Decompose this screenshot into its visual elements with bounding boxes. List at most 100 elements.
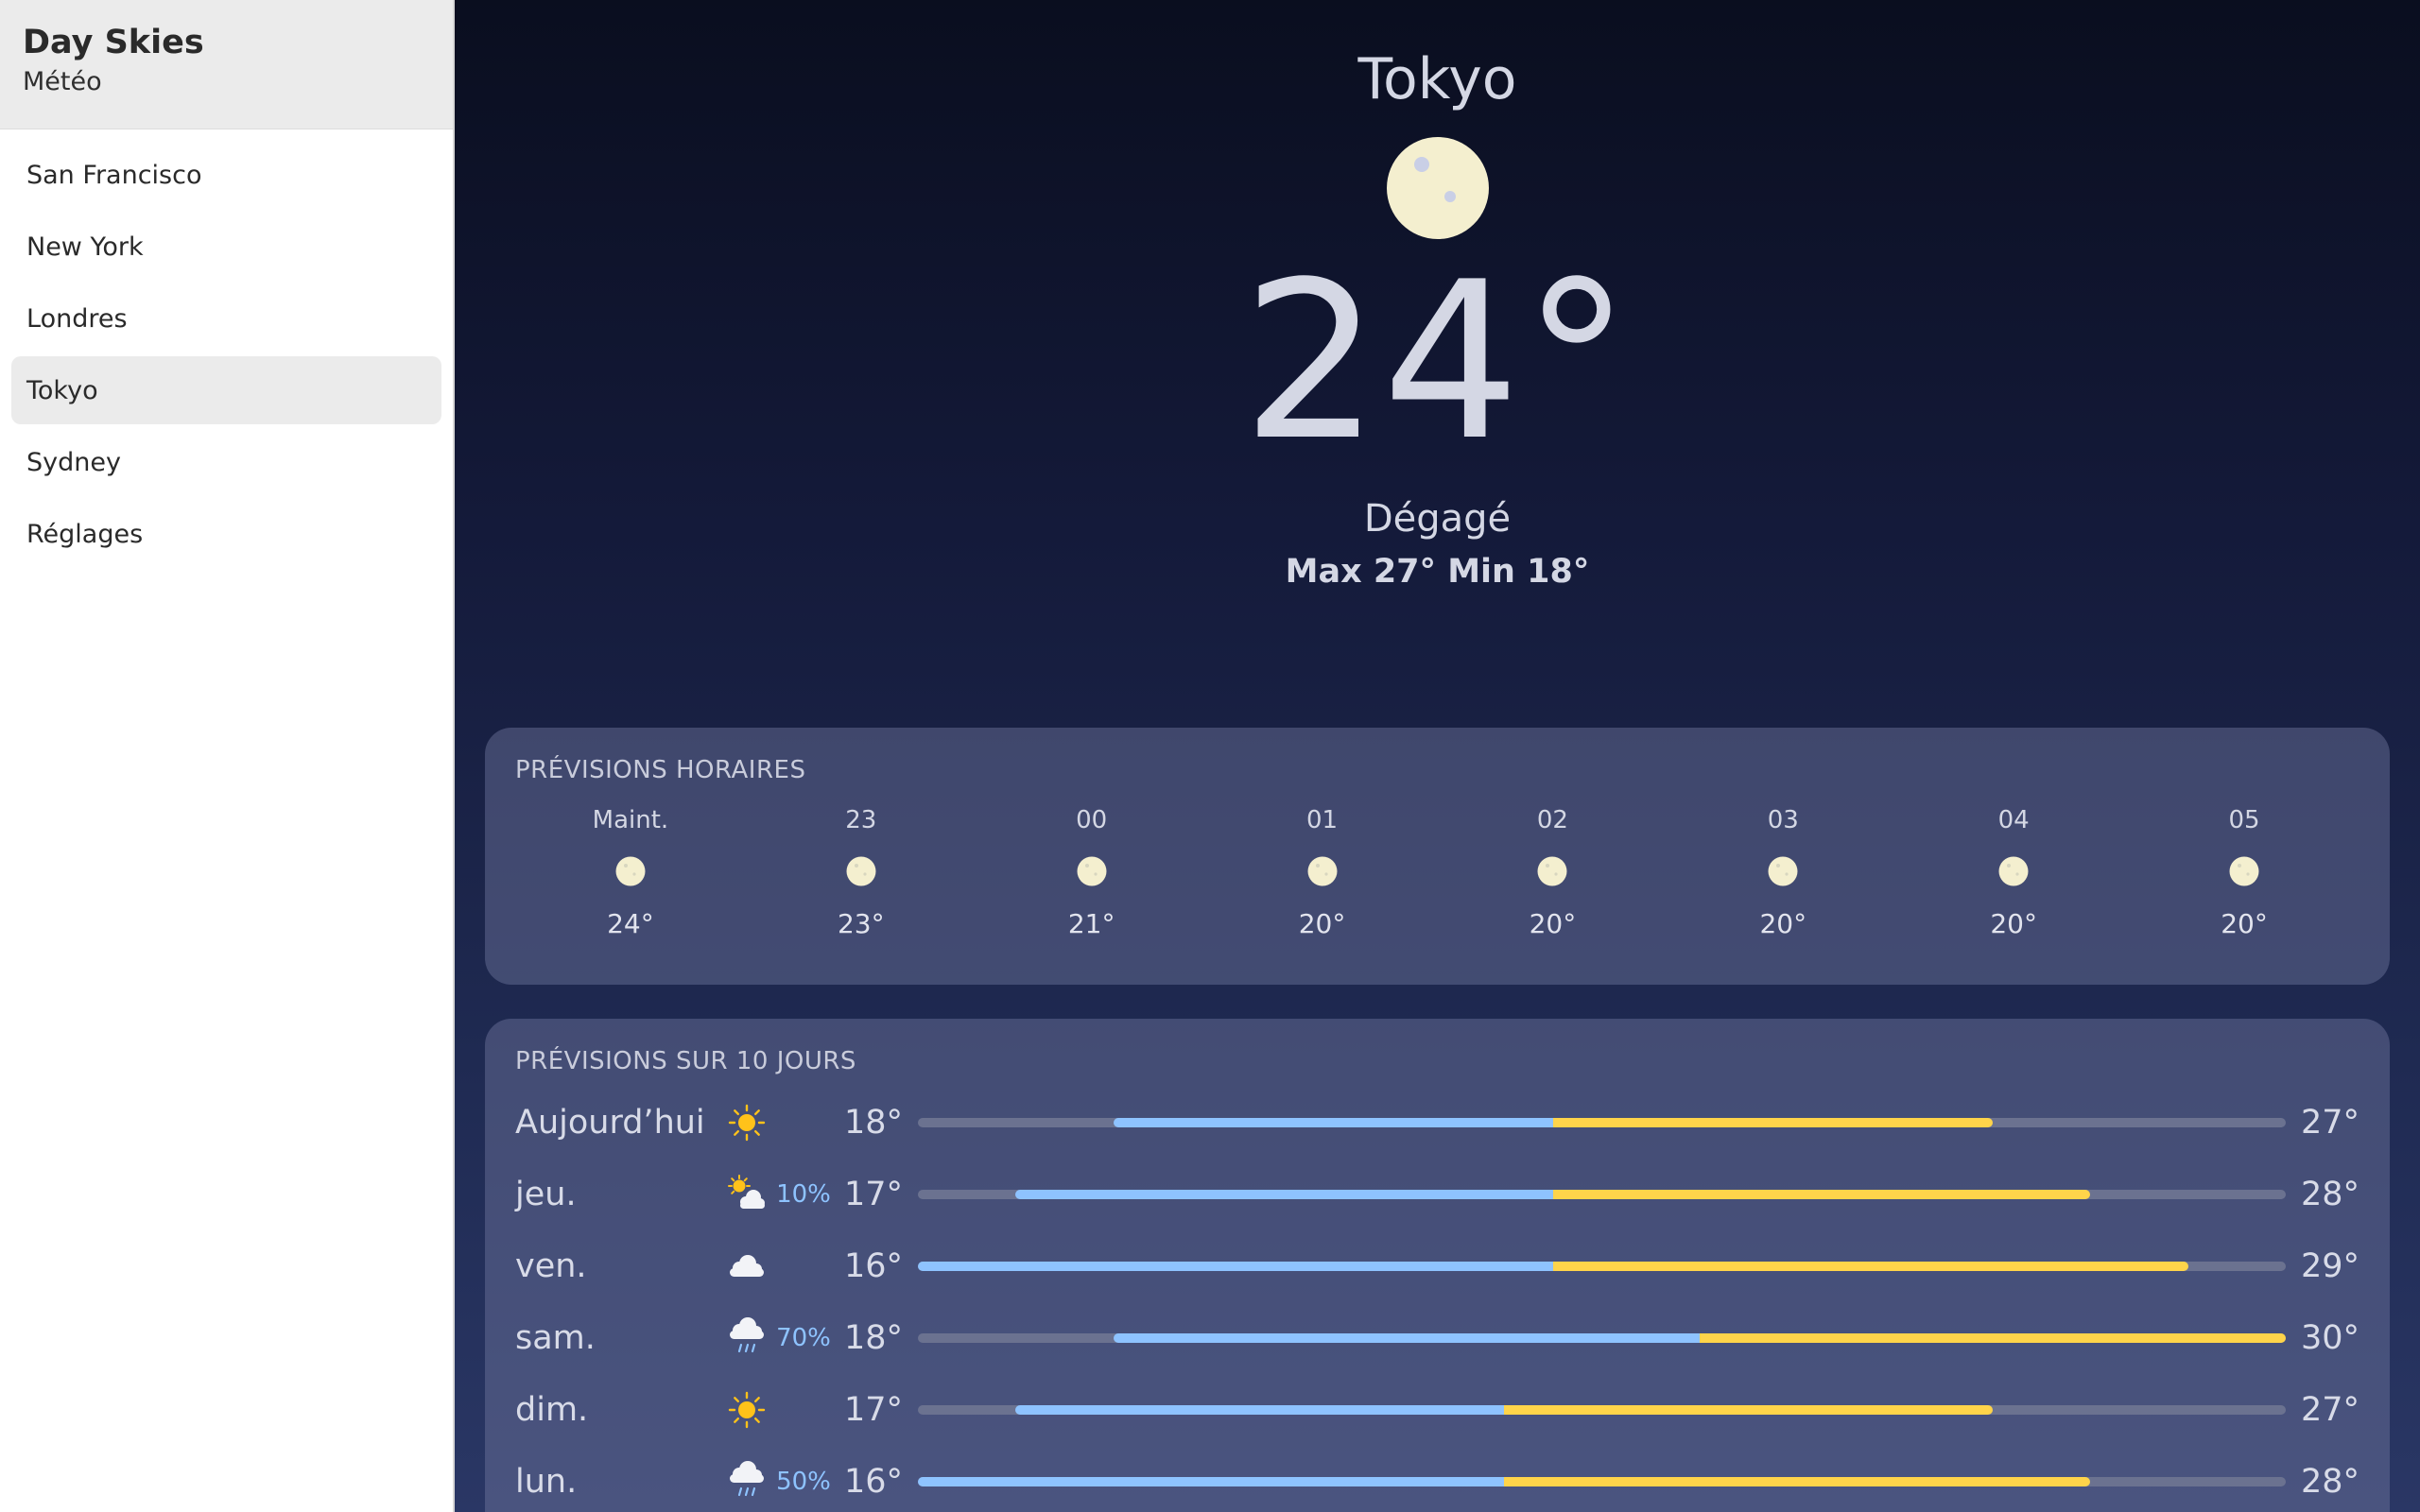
hour-item: 03 20° [1668,803,1898,941]
day-max-temp: 28° [2300,1463,2360,1501]
current-temperature: 24° [1241,236,1634,489]
high-low-text: Max 27° Min 18° [1285,553,1590,591]
hour-item: 02 20° [1438,803,1668,941]
day-name: Aujourd’hui [515,1104,705,1142]
day-name: jeu. [515,1176,577,1213]
moon-icon [846,856,876,886]
current-conditions: Tokyo 24° Dégagé Max 27° Min 18° [455,0,2420,593]
moon-icon [615,856,646,886]
hour-item: 05 20° [2129,803,2360,941]
sidebar-header: Day Skies Météo [0,0,453,129]
hour-temp: 24° [607,908,654,939]
sidebar-item-reglages[interactable]: Réglages [11,500,441,568]
temperature-range-bar [918,1262,2286,1271]
sidebar-item-tokyo[interactable]: Tokyo [11,356,441,424]
hour-temp: 20° [1990,908,2037,939]
rain-icon [730,1461,764,1497]
day-row: Aujourd’hui 18° 27° [515,1087,2360,1159]
moon-icon [1768,856,1798,886]
moon-icon [1998,856,2029,886]
daily-forecast-title: PRÉVISIONS SUR 10 JOURS [515,1047,856,1075]
city-list: San Francisco New York Londres Tokyo Syd… [0,129,453,568]
day-max-temp: 27° [2300,1104,2360,1142]
sidebar-item-sydney[interactable]: Sydney [11,428,441,496]
hourly-forecast-title: PRÉVISIONS HORAIRES [515,756,806,784]
range-bar-cold [918,1477,1505,1486]
hour-label: 02 [1536,806,1568,834]
daily-forecast-card: PRÉVISIONS SUR 10 JOURS Aujourd’hui 18° … [485,1019,2390,1512]
temperature-range-bar [918,1405,2286,1415]
temperature-range-bar [918,1118,2286,1127]
hour-temp: 20° [2221,908,2268,939]
precip-chance: 10% [776,1180,831,1209]
day-max-temp: 29° [2300,1247,2360,1285]
hour-label: 00 [1076,806,1108,834]
day-name: ven. [515,1247,587,1285]
range-bar-warm [1504,1405,1993,1415]
app-window: Day Skies Météo San Francisco New York L… [0,0,2420,1512]
temperature-range-bar [918,1477,2286,1486]
condition-text: Dégagé [1363,497,1512,541]
app-title: Day Skies [23,24,204,61]
day-max-temp: 27° [2300,1391,2360,1429]
day-min-temp: 18° [843,1104,903,1142]
range-bar-warm [1552,1262,2188,1271]
app-subtitle: Météo [23,67,102,96]
precip-chance: 50% [776,1468,831,1496]
moon-icon [2229,856,2259,886]
hourly-list: Maint. 24° 23 23° 00 21° 01 20° 02 20° 0… [515,803,2360,941]
city-name: Tokyo [1357,46,1517,112]
range-bar-warm [1552,1190,2091,1199]
moon-icon [1537,856,1567,886]
sidebar-item-new-york[interactable]: New York [11,213,441,281]
day-min-temp: 17° [843,1176,903,1213]
hour-temp: 20° [1298,908,1346,939]
day-row: dim. 17° 27° [515,1374,2360,1446]
range-bar-warm [1504,1477,2091,1486]
hour-label: 23 [845,806,877,834]
moon-icon [1386,137,1489,239]
range-bar-warm [1699,1333,2286,1343]
hour-item: 04 20° [1898,803,2129,941]
hour-label: 01 [1306,806,1339,834]
rain-icon [730,1317,764,1353]
hour-label: Maint. [592,806,669,834]
temperature-range-bar [918,1190,2286,1199]
sun-icon [728,1391,766,1429]
hour-item: 23 23° [746,803,977,941]
day-row: lun. 50% 16° 28° [515,1446,2360,1512]
sidebar: Day Skies Météo San Francisco New York L… [0,0,455,1512]
sun-icon [728,1104,766,1142]
moon-icon [1077,856,1107,886]
hour-label: 05 [2228,806,2260,834]
precip-chance: 70% [776,1324,831,1352]
sidebar-item-san-francisco[interactable]: San Francisco [11,141,441,209]
hour-item: Maint. 24° [515,803,746,941]
day-min-temp: 17° [843,1391,903,1429]
sidebar-item-londres[interactable]: Londres [11,284,441,352]
day-min-temp: 18° [843,1319,903,1357]
range-bar-cold [1015,1405,1505,1415]
day-name: lun. [515,1463,578,1501]
day-name: dim. [515,1391,589,1429]
hourly-forecast-card: PRÉVISIONS HORAIRES Maint. 24° 23 23° 00… [485,728,2390,985]
range-bar-cold [918,1262,1553,1271]
daily-list: Aujourd’hui 18° 27° jeu. 10% 17° 28° ven… [515,1087,2360,1512]
day-max-temp: 28° [2300,1176,2360,1213]
day-min-temp: 16° [843,1463,903,1501]
sun-cloud-icon [728,1175,765,1209]
range-bar-cold [1113,1333,1700,1343]
day-name: sam. [515,1319,596,1357]
cloud-icon [730,1255,764,1277]
day-row: jeu. 10% 17° 28° [515,1159,2360,1230]
hour-temp: 20° [1759,908,1807,939]
hour-temp: 23° [837,908,885,939]
hour-temp: 21° [1067,908,1115,939]
hour-label: 04 [1997,806,2030,834]
range-bar-warm [1552,1118,1993,1127]
hour-temp: 20° [1529,908,1577,939]
range-bar-cold [1113,1118,1553,1127]
day-min-temp: 16° [843,1247,903,1285]
day-row: ven. 16° 29° [515,1230,2360,1302]
day-max-temp: 30° [2300,1319,2360,1357]
